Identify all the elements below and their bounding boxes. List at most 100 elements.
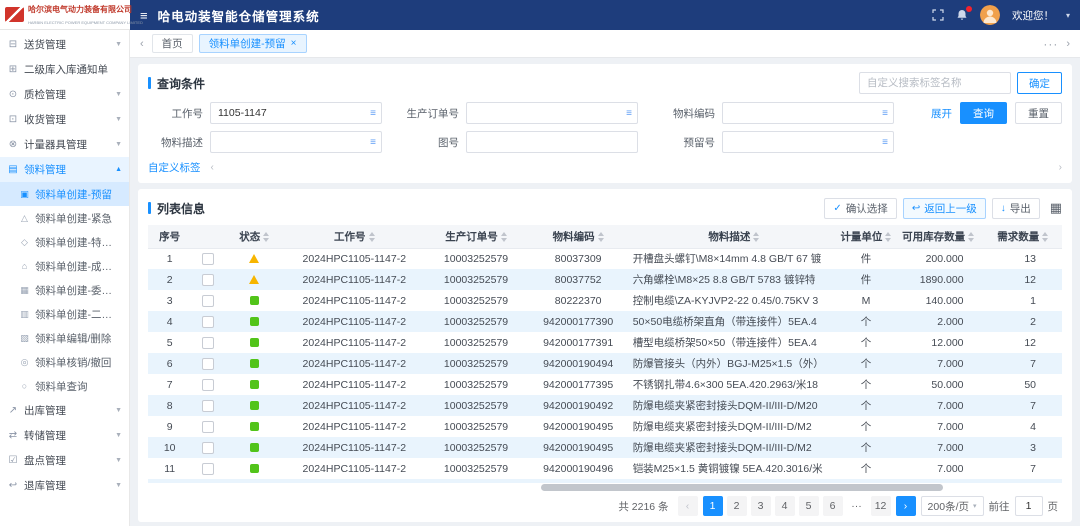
column-header-work_no[interactable]: 工作号 [284, 225, 424, 248]
page-ellipsis[interactable]: ··· [847, 496, 867, 516]
row-checkbox[interactable] [202, 316, 214, 328]
tabs-scroll-left-icon[interactable]: ‹ [138, 38, 146, 50]
fullscreen-icon[interactable] [932, 9, 944, 21]
row-material-code-cell: 942000177395 [528, 374, 629, 395]
sidebar-item-stocktake-management[interactable]: ☑盘点管理▼ [0, 448, 129, 473]
filter-list-icon[interactable]: ≡ [370, 137, 376, 148]
row-checkbox-cell [191, 416, 224, 437]
row-unit-cell: 件 [839, 248, 893, 269]
page-button-5[interactable]: 5 [799, 496, 819, 516]
column-header-demand[interactable]: 需求数量 [984, 225, 1062, 248]
row-checkbox[interactable] [202, 400, 214, 412]
filter-list-icon[interactable]: ≡ [882, 108, 888, 119]
sidebar-item-measuring-tools-management[interactable]: ⊗计量器具管理▼ [0, 132, 129, 157]
row-checkbox[interactable] [202, 442, 214, 454]
row-checkbox[interactable] [202, 295, 214, 307]
notification-bell-icon[interactable] [956, 9, 968, 21]
column-header-description[interactable]: 物料描述 [629, 225, 839, 248]
row-work-no-cell: 2024HPC1105-1147-2 [284, 416, 424, 437]
filter-list-icon[interactable]: ≡ [626, 108, 632, 119]
row-checkbox[interactable] [202, 358, 214, 370]
page-button-1[interactable]: 1 [703, 496, 723, 516]
work-no-input[interactable] [218, 107, 370, 119]
row-stock-cell: 200.000 [893, 248, 984, 269]
row-material-code-cell: 942000190496 [528, 458, 629, 479]
cost-center-icon: ⌂ [19, 261, 30, 271]
sidebar-subitem-requisition-create-cost-center[interactable]: ⌂领料单创建-成本中心 [0, 254, 129, 278]
sidebar-item-requisition-management[interactable]: ▤领料管理▲ [0, 157, 129, 182]
row-checkbox[interactable] [202, 421, 214, 433]
sidebar-subitem-requisition-edit-delete[interactable]: ▧领料单编辑/删除 [0, 326, 129, 350]
row-checkbox[interactable] [202, 337, 214, 349]
search-button[interactable]: 查询 [960, 102, 1007, 124]
page-button-12[interactable]: 12 [871, 496, 891, 516]
column-header-unit[interactable]: 计量单位 [839, 225, 893, 248]
order-no-input[interactable] [474, 107, 626, 119]
table-row: 52024HPC1105-1147-2100032525799420001773… [148, 332, 1062, 353]
row-work-no-cell: 2024HPC1105-1147-2 [284, 437, 424, 458]
prev-page-button[interactable]: ‹ [678, 496, 698, 516]
goto-page-input[interactable] [1015, 496, 1043, 516]
custom-tag-link[interactable]: 自定义标签 [148, 160, 201, 175]
filter-list-icon[interactable]: ≡ [882, 137, 888, 148]
reservation-no-input[interactable] [730, 136, 882, 148]
row-stock-cell: 1890.000 [893, 269, 984, 290]
material-code-input[interactable] [730, 107, 882, 119]
sidebar-item-receiving-management[interactable]: ⊡收货管理▼ [0, 107, 129, 132]
row-order-no-cell: 10003252579 [424, 311, 527, 332]
tabs-scroll-right-icon[interactable]: › [1064, 38, 1072, 50]
sidebar-item-transfer-management[interactable]: ⇄转储管理▼ [0, 423, 129, 448]
material-desc-input[interactable] [218, 136, 370, 148]
chevron-right-icon[interactable]: › [1059, 162, 1062, 173]
export-button[interactable]: ↓ 导出 [992, 198, 1040, 219]
sidebar-subitem-requisition-create-outsourced[interactable]: ▦领料单创建-委外组件 [0, 278, 129, 302]
row-checkbox[interactable] [202, 253, 214, 265]
sidebar-item-outbound-management[interactable]: ↗出库管理▼ [0, 398, 129, 423]
column-header-material_code[interactable]: 物料编码 [528, 225, 629, 248]
reset-button[interactable]: 重置 [1015, 102, 1062, 124]
sidebar-subitem-requisition-query[interactable]: ○领料单查询 [0, 374, 129, 398]
row-checkbox[interactable] [202, 274, 214, 286]
table-row: 122024HPC1105-1147-310003252578942000003… [148, 479, 1062, 483]
sidebar-item-return-management[interactable]: ↩退库管理▼ [0, 473, 129, 498]
sidebar-subitem-requisition-writeoff-recall[interactable]: ◎领料单核销/撤回 [0, 350, 129, 374]
sidebar-subitem-requisition-create-reserve[interactable]: ▣领料单创建-预留 [0, 182, 129, 206]
sidebar-subitem-requisition-create-special[interactable]: ◇领料单创建-特殊项目 [0, 230, 129, 254]
filter-list-icon[interactable]: ≡ [370, 108, 376, 119]
sidebar-collapse-icon[interactable]: ≡ [140, 9, 148, 22]
row-checkbox[interactable] [202, 463, 214, 475]
page-button-4[interactable]: 4 [775, 496, 795, 516]
chevron-left-icon[interactable]: ‹ [211, 162, 214, 173]
custom-tag-name-input[interactable] [859, 72, 1011, 94]
tabs-more-icon[interactable]: ··· [1043, 37, 1058, 51]
sidebar-item-secondary-inbound-notice[interactable]: ⊞二级库入库通知单 [0, 57, 129, 82]
chevron-down-icon[interactable]: ▾ [1066, 11, 1070, 20]
sidebar-item-quality-management[interactable]: ⊙质检管理▼ [0, 82, 129, 107]
page-button-2[interactable]: 2 [727, 496, 747, 516]
tab-home[interactable]: 首页 [152, 34, 193, 53]
sidebar-item-delivery-management[interactable]: ⊟送货管理▼ [0, 32, 129, 57]
chevron-up-icon: ▲ [115, 166, 122, 173]
page-button-3[interactable]: 3 [751, 496, 771, 516]
column-header-stock[interactable]: 可用库存数量 [893, 225, 984, 248]
column-header-order_no[interactable]: 生产订单号 [424, 225, 527, 248]
page-size-select[interactable]: 200条/页 ▾ [921, 496, 984, 516]
tab-requisition-create-reserve[interactable]: 领料单创建-预留 × [199, 34, 307, 53]
sidebar-subitem-requisition-create-secondary[interactable]: ▥领料单创建-二级库 [0, 302, 129, 326]
horizontal-scrollbar-thumb[interactable] [541, 484, 943, 491]
confirm-button[interactable]: 确定 [1017, 72, 1062, 94]
sidebar-item-label: 收货管理 [24, 112, 110, 127]
back-button[interactable]: ↩ 返回上一级 [903, 198, 986, 219]
sidebar-subitem-requisition-create-urgent[interactable]: △领料单创建-紧急 [0, 206, 129, 230]
close-icon[interactable]: × [291, 39, 297, 49]
drawing-no-input[interactable] [474, 136, 632, 148]
column-settings-icon[interactable]: ▦ [1050, 200, 1062, 216]
row-checkbox[interactable] [202, 379, 214, 391]
column-header-status[interactable]: 状态 [224, 225, 284, 248]
expand-link[interactable]: 展开 [931, 106, 952, 121]
confirm-select-button[interactable]: ✓ 确认选择 [824, 198, 896, 219]
sort-icon [753, 232, 759, 242]
next-page-button[interactable]: › [896, 496, 916, 516]
page-button-6[interactable]: 6 [823, 496, 843, 516]
user-avatar[interactable] [980, 5, 1000, 25]
